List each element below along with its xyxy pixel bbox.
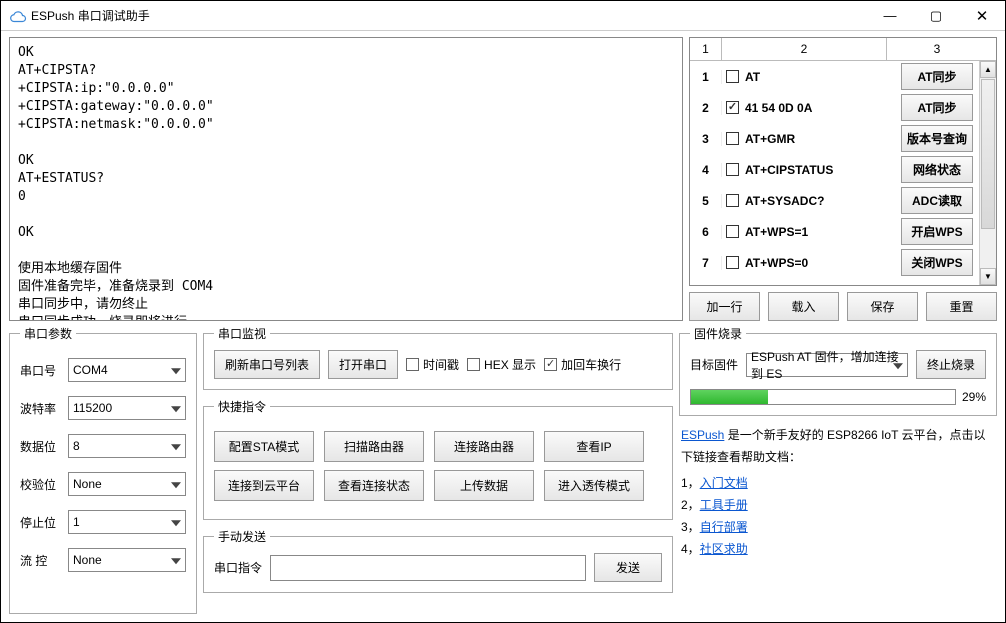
table-row: 1 AT AT同步	[690, 61, 996, 92]
manual-send-group: 手动发送 串口指令 发送	[203, 528, 673, 593]
firmware-label: 目标固件	[690, 356, 738, 373]
scroll-down-icon[interactable]: ▼	[980, 268, 996, 285]
row-checkbox[interactable]	[726, 194, 739, 207]
scroll-up-icon[interactable]: ▲	[980, 61, 996, 78]
row-checkbox[interactable]	[726, 225, 739, 238]
help-link[interactable]: 自行部署	[700, 520, 748, 534]
cloud-icon	[9, 11, 25, 21]
sta-mode-button[interactable]: 配置STA模式	[214, 431, 314, 462]
row-action-button[interactable]: AT同步	[901, 94, 973, 121]
transparent-mode-button[interactable]: 进入透传模式	[544, 470, 644, 501]
table-row: 3 AT+GMR 版本号查询	[690, 123, 996, 154]
row-checkbox[interactable]	[726, 163, 739, 176]
row-index: 2	[690, 101, 722, 115]
databits-combo[interactable]: 8	[68, 434, 186, 458]
scan-router-button[interactable]: 扫描路由器	[324, 431, 424, 462]
stopbits-combo[interactable]: 1	[68, 510, 186, 534]
row-text: AT+GMR	[745, 132, 795, 146]
row-text: 41 54 0D 0A	[745, 101, 812, 115]
command-table-header: 1 2 3	[690, 38, 996, 61]
view-ip-button[interactable]: 查看IP	[544, 431, 644, 462]
help-link[interactable]: 入门文档	[700, 476, 748, 490]
port-combo[interactable]: COM4	[68, 358, 186, 382]
row-index: 5	[690, 194, 722, 208]
help-link[interactable]: 工具手册	[700, 498, 748, 512]
table-row: 7 AT+WPS=0 关闭WPS	[690, 247, 996, 278]
open-port-button[interactable]: 打开串口	[328, 350, 398, 379]
progress-text: 29%	[962, 390, 986, 404]
title-bar: ESPush 串口调试助手 ― ▢ ✕	[1, 1, 1005, 31]
send-input[interactable]	[270, 555, 586, 581]
connect-router-button[interactable]: 连接路由器	[434, 431, 534, 462]
window-title: ESPush 串口调试助手	[31, 7, 867, 24]
row-index: 4	[690, 163, 722, 177]
stop-burn-button[interactable]: 终止烧录	[916, 350, 986, 379]
table-row: 6 AT+WPS=1 开启WPS	[690, 216, 996, 247]
baud-combo[interactable]: 115200	[68, 396, 186, 420]
row-text: AT+WPS=0	[745, 256, 808, 270]
command-table: 1 2 3 1 AT AT同步 2 ✓ 41 54 0D 0A AT同步 3 AT+GMR 版本号…	[689, 37, 997, 286]
send-button[interactable]: 发送	[594, 553, 662, 582]
firmware-burn-group: 固件烧录 目标固件 ESPush AT 固件，增加连接到 ES 终止烧录 29%	[679, 325, 997, 416]
row-index: 1	[690, 70, 722, 84]
burn-progress	[690, 389, 956, 405]
row-action-button[interactable]: 开启WPS	[901, 218, 973, 245]
upload-data-button[interactable]: 上传数据	[434, 470, 534, 501]
view-status-button[interactable]: 查看连接状态	[324, 470, 424, 501]
row-checkbox[interactable]: ✓	[726, 101, 739, 114]
command-table-scrollbar[interactable]: ▲ ▼	[979, 61, 996, 285]
row-text: AT+SYSADC?	[745, 194, 824, 208]
minimize-button[interactable]: ―	[867, 1, 913, 31]
hex-checkbox[interactable]: HEX 显示	[467, 356, 536, 373]
load-button[interactable]: 载入	[768, 292, 839, 321]
table-row: 4 AT+CIPSTATUS 网络状态	[690, 154, 996, 185]
row-action-button[interactable]: AT同步	[901, 63, 973, 90]
row-action-button[interactable]: 关闭WPS	[901, 249, 973, 276]
table-row: 5 AT+SYSADC? ADC读取	[690, 185, 996, 216]
row-action-button[interactable]: ADC读取	[901, 187, 973, 214]
help-link[interactable]: 社区求助	[700, 542, 748, 556]
send-label: 串口指令	[214, 559, 262, 576]
row-checkbox[interactable]	[726, 256, 739, 269]
add-row-button[interactable]: 加一行	[689, 292, 760, 321]
row-index: 7	[690, 256, 722, 270]
table-row: 2 ✓ 41 54 0D 0A AT同步	[690, 92, 996, 123]
flow-combo[interactable]: None	[68, 548, 186, 572]
row-checkbox[interactable]	[726, 132, 739, 145]
console-output: OK AT+CIPSTA? +CIPSTA:ip:"0.0.0.0" +CIPS…	[9, 37, 683, 321]
espush-link[interactable]: ESPush	[681, 428, 724, 442]
serial-params-group: 串口参数 串口号 COM4 波特率 115200 数据位 8 校验位 None …	[9, 325, 197, 614]
row-index: 3	[690, 132, 722, 146]
firmware-combo[interactable]: ESPush AT 固件，增加连接到 ES	[746, 353, 908, 377]
row-text: AT+CIPSTATUS	[745, 163, 833, 177]
scroll-thumb[interactable]	[981, 79, 995, 229]
save-button[interactable]: 保存	[847, 292, 918, 321]
maximize-button[interactable]: ▢	[913, 1, 959, 31]
close-button[interactable]: ✕	[959, 1, 1005, 31]
help-text: ESPush 是一个新手友好的 ESP8266 IoT 云平台，点击以下链接查看…	[679, 424, 997, 560]
connect-cloud-button[interactable]: 连接到云平台	[214, 470, 314, 501]
timestamp-checkbox[interactable]: 时间戳	[406, 356, 459, 373]
refresh-ports-button[interactable]: 刷新串口号列表	[214, 350, 320, 379]
row-text: AT+WPS=1	[745, 225, 808, 239]
serial-monitor-group: 串口监视 刷新串口号列表 打开串口 时间戳 HEX 显示 ✓加回车换行	[203, 325, 673, 390]
newline-checkbox[interactable]: ✓加回车换行	[544, 356, 621, 373]
row-checkbox[interactable]	[726, 70, 739, 83]
parity-combo[interactable]: None	[68, 472, 186, 496]
row-action-button[interactable]: 版本号查询	[901, 125, 973, 152]
row-text: AT	[745, 70, 760, 84]
row-index: 6	[690, 225, 722, 239]
reset-button[interactable]: 重置	[926, 292, 997, 321]
row-action-button[interactable]: 网络状态	[901, 156, 973, 183]
shortcut-group: 快捷指令 配置STA模式 扫描路由器 连接路由器 查看IP 连接到云平台 查看连…	[203, 398, 673, 520]
